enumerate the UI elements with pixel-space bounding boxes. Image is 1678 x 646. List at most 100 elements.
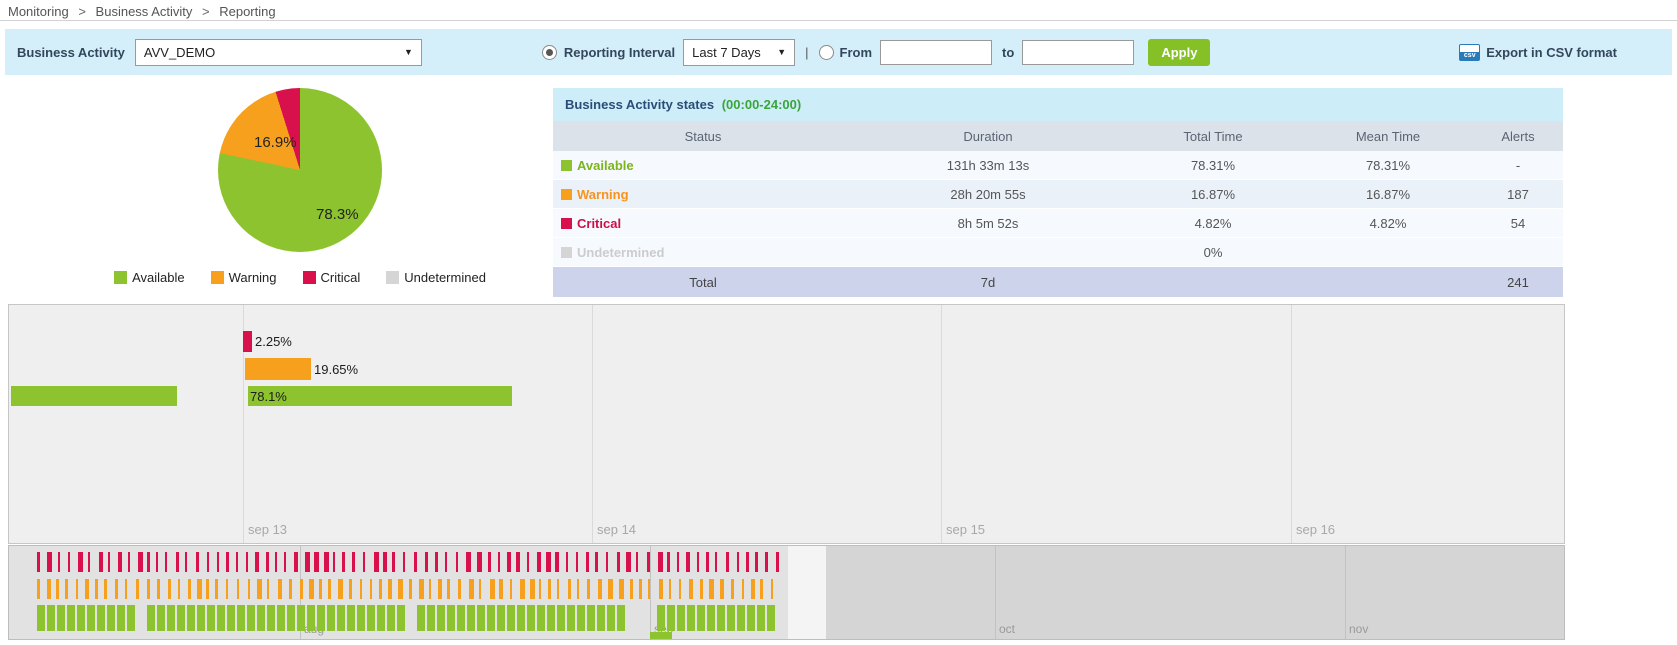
- overview-tick-warning: [349, 579, 352, 599]
- from-date-input[interactable]: [880, 40, 992, 65]
- overview-tick-available: [357, 605, 365, 631]
- overview-tick-critical: [294, 552, 298, 572]
- overview-tick-critical: [99, 552, 103, 572]
- overview-tick-critical: [686, 552, 690, 572]
- breadcrumb-separator: >: [78, 4, 86, 19]
- overview-tick-critical: [128, 552, 130, 572]
- overview-tick-available: [757, 605, 765, 631]
- overview-tick-available: [177, 605, 185, 631]
- status-swatch: [561, 247, 572, 258]
- overview-tick-available: [597, 605, 605, 631]
- overview-tick-warning: [469, 579, 474, 599]
- overview-tick-available: [377, 605, 385, 631]
- overview-tick-available: [567, 605, 575, 631]
- overview-tick-available: [617, 605, 625, 631]
- overview-tick-warning: [248, 579, 250, 599]
- col-header-alerts: Alerts: [1473, 121, 1563, 151]
- overview-tick-warning: [338, 579, 343, 599]
- legend-label: Undetermined: [404, 270, 486, 285]
- mean-time-cell: 78.31%: [1303, 151, 1473, 180]
- overview-tick-available: [737, 605, 745, 631]
- overview-tick-available: [267, 605, 275, 631]
- overview-tick-available: [257, 605, 265, 631]
- mean-time-cell: [1303, 238, 1473, 267]
- overview-tick-warning: [598, 579, 602, 599]
- overview-tick-critical: [658, 552, 663, 572]
- overview-tick-warning: [309, 579, 314, 599]
- overview-tick-critical: [284, 552, 286, 572]
- overview-tick-available: [107, 605, 115, 631]
- overview-tick-critical: [236, 552, 238, 572]
- mean-time-cell: 16.87%: [1303, 180, 1473, 209]
- overview-tick-critical: [586, 552, 589, 572]
- status-label: Undetermined: [577, 245, 664, 260]
- overview-tick-available: [717, 605, 725, 631]
- overview-tick-warning: [648, 579, 650, 599]
- overview-tick-critical: [147, 552, 150, 572]
- overview-tick-warning: [742, 579, 744, 599]
- overview-tick-critical: [456, 552, 458, 572]
- overview-tick-available: [117, 605, 125, 631]
- overview-tick-warning: [379, 579, 382, 599]
- reporting-interval-radio[interactable]: [542, 45, 557, 60]
- overview-viewport-highlight[interactable]: [788, 546, 826, 639]
- overview-tick-available: [237, 605, 245, 631]
- status-swatch: [561, 218, 572, 229]
- overview-tick-available: [297, 605, 305, 631]
- breadcrumb-monitoring[interactable]: Monitoring: [8, 4, 69, 19]
- overview-tick-critical: [697, 552, 699, 572]
- pie-slice-label-available: 78.3%: [316, 206, 359, 223]
- reporting-interval-select[interactable]: Last 7 Days ▼: [683, 39, 795, 66]
- overview-tick-critical: [498, 552, 500, 572]
- overview-tick-critical: [403, 552, 405, 572]
- overview-tick-critical: [617, 552, 620, 572]
- timeline-available-bar: [248, 386, 512, 406]
- col-header-status: Status: [553, 121, 853, 151]
- total-label-cell: Total: [553, 267, 853, 298]
- overview-tick-warning: [447, 579, 450, 599]
- breadcrumb-business-activity[interactable]: Business Activity: [96, 4, 193, 19]
- csv-file-icon: csv: [1459, 44, 1480, 61]
- overview-current-marker: [650, 632, 672, 639]
- table-row-undetermined: Undetermined 0%: [553, 238, 1563, 267]
- export-csv-link[interactable]: csv Export in CSV format: [1459, 44, 1617, 61]
- overview-tick-critical: [185, 552, 187, 572]
- overview-tick-available: [397, 605, 405, 631]
- status-label: Warning: [577, 187, 629, 202]
- to-date-input[interactable]: [1022, 40, 1134, 65]
- overview-tick-critical: [207, 552, 209, 572]
- overview-tick-critical: [507, 552, 511, 572]
- duration-cell: 28h 20m 55s: [853, 180, 1123, 209]
- overview-tick-critical: [217, 552, 219, 572]
- table-row-critical: Critical 8h 5m 52s 4.82% 4.82% 54: [553, 209, 1563, 238]
- apply-button[interactable]: Apply: [1148, 39, 1210, 66]
- overview-tick-available: [197, 605, 205, 631]
- timeline-overview-band[interactable]: Timeline © SIMILE augsepoctnov: [8, 545, 1565, 640]
- overview-tick-available: [517, 605, 525, 631]
- timeline-critical-bar: [243, 331, 252, 352]
- overview-tick-critical: [383, 552, 387, 572]
- overview-tick-critical: [667, 552, 670, 572]
- overview-tick-warning: [257, 579, 262, 599]
- overview-tick-warning: [37, 579, 40, 599]
- legend-label: Critical: [321, 270, 361, 285]
- states-title-range: (00:00-24:00): [722, 97, 802, 112]
- business-activity-select[interactable]: AVV_DEMO ▼: [135, 39, 422, 66]
- breadcrumb-reporting[interactable]: Reporting: [219, 4, 275, 19]
- overview-tick-critical: [37, 552, 40, 572]
- overview-tick-critical: [266, 552, 269, 572]
- overview-tick-warning: [226, 579, 228, 599]
- overview-tick-warning: [319, 579, 322, 599]
- overview-tick-warning: [85, 579, 89, 599]
- day-label: sep 15: [946, 522, 985, 537]
- timeline-main-band[interactable]: sep 13sep 14sep 15sep 162.25%19.65%78.1%: [8, 304, 1565, 544]
- overview-tick-warning: [115, 579, 118, 599]
- overview-tick-available: [147, 605, 155, 631]
- custom-period-radio[interactable]: [819, 45, 834, 60]
- pie-slice-label-warning: 16.9%: [254, 134, 297, 151]
- overview-tick-critical: [275, 552, 277, 572]
- overview-tick-critical: [314, 552, 319, 572]
- overview-tick-critical: [226, 552, 229, 572]
- overview-tick-available: [37, 605, 45, 631]
- total-alerts-cell: 241: [1473, 267, 1563, 298]
